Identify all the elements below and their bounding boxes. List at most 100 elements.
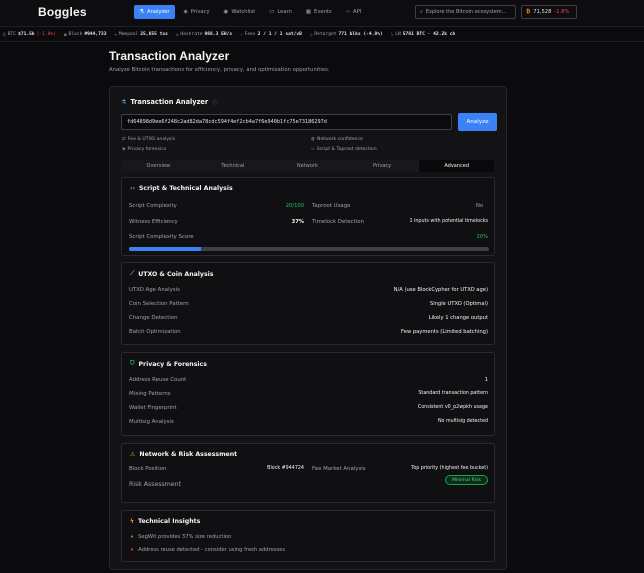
tab-network[interactable]: Network	[270, 160, 345, 172]
search-icon: ⌕	[420, 9, 423, 15]
block-position-value: Block #944724	[267, 466, 304, 471]
multisig-analysis-label: Multisig Analysis	[129, 419, 174, 425]
stats-ticker: ₿ BTC $71.5k (-1.8%) ■ Block #944,733 ≡ Mempoo…	[0, 28, 644, 42]
mixing-patterns-label: Mixing Patterns	[129, 391, 171, 397]
txid-input[interactable]	[121, 114, 452, 130]
tab-advanced[interactable]: Advanced	[419, 160, 494, 172]
script-complexity-value: 20/100	[285, 203, 304, 209]
ticker-mempool: ≡ Mempool 25,655 txs	[114, 32, 167, 37]
script-panel-title: ‹› Script & Technical Analysis	[130, 185, 233, 192]
page-subtitle: Analyze Bitcoin transactions for efficie…	[109, 67, 330, 73]
privacy-panel-title: ⛉ Privacy & Forensics	[130, 360, 207, 368]
analysis-tabs: Overview Technical Network Privacy Advan…	[121, 160, 494, 172]
block-icon: ■	[64, 32, 67, 37]
witness-efficiency-label: Witness Efficiency	[129, 219, 178, 225]
retarget-icon: ◷	[309, 32, 313, 37]
nav-api[interactable]: ‹› API	[341, 5, 367, 19]
fee-market-value: Top priority (highest fee bucket)	[411, 466, 488, 471]
feature-privacy-label: Privacy forensics	[127, 147, 167, 152]
logo-text: Boggles	[38, 5, 87, 19]
ticker-fees-value: 2 / 1 / 1 sat/vB	[257, 32, 302, 37]
network-icon: ◍	[311, 137, 316, 142]
code-icon: ‹›	[130, 185, 135, 192]
feature-privacy: ◈ Privacy forensics	[122, 147, 166, 152]
tab-technical[interactable]: Technical	[196, 160, 271, 172]
mixing-patterns-value: Standard transaction pattern	[418, 391, 488, 396]
ticker-btc-label: BTC	[7, 32, 17, 37]
utxo-panel-title: ⟋ UTXO & Coin Analysis	[130, 270, 213, 278]
timelock-detection-label: Timelock Detection	[312, 219, 364, 225]
feature-fee-utxo-label: Fee & UTXO analysis	[127, 137, 176, 142]
multisig-analysis-value: No multisig detected	[437, 419, 488, 424]
lightning-icon: ϟ	[390, 32, 394, 37]
eye-icon: ◉	[223, 9, 229, 15]
ticker-block: ■ Block #944,733	[64, 32, 106, 37]
network-risk-panel: ⚠ Network & Risk Assessment Block Positio…	[121, 443, 495, 503]
btc-dot-icon: ₿	[3, 32, 6, 37]
complexity-score-fill	[129, 247, 201, 251]
wallet-fingerprint-label: Wallet Fingerprint	[129, 405, 177, 411]
logo[interactable]: Boggles	[38, 5, 87, 19]
btc-price: 71,528	[533, 9, 552, 15]
search-placeholder: Explore the Bitcoin ecosystem...	[425, 9, 507, 15]
risk-assessment-label: Risk Assessment	[129, 481, 181, 488]
tab-overview[interactable]: Overview	[121, 160, 196, 172]
ticker-ln-value: 5781 BTC · 42.2k ch	[402, 32, 456, 37]
nav-events[interactable]: ▦ Events	[301, 5, 337, 19]
top-nav: Boggles ⚗ Analyzer ◈ Privacy ◉ Watchlist ▭ L…	[0, 0, 644, 27]
batch-optimization-label: Batch Optimization	[129, 329, 181, 335]
privacy-title-text: Privacy & Forensics	[138, 360, 207, 368]
complexity-score-value: 20%	[476, 234, 488, 240]
risk-title-text: Network & Risk Assessment	[139, 451, 238, 458]
coin-selection-value: Single UTXO (Optimal)	[429, 301, 488, 307]
btc-price-widget[interactable]: ₿ 71,528 -1.8%	[521, 5, 577, 19]
taproot-usage-value: No	[475, 203, 483, 209]
lightning-icon: ϟ	[130, 518, 134, 525]
script-complexity-label: Script Complexity	[129, 203, 177, 209]
ticker-hashrate-value: 968.3 EH/s	[204, 32, 233, 37]
search-input[interactable]: ⌕ Explore the Bitcoin ecosystem...	[415, 5, 516, 19]
taproot-usage-label: Taproot Usage	[312, 203, 351, 209]
nav-privacy[interactable]: ◈ Privacy	[179, 5, 215, 19]
risk-status-badge: Minimal Risk	[445, 475, 488, 485]
warning-icon: ⚠	[130, 451, 136, 458]
analyze-button[interactable]: Analyze	[458, 113, 497, 131]
ticker-btc-value: $71.5k	[18, 32, 35, 37]
ticker-hashrate: ⚙ Hashrate 968.3 EH/s	[176, 32, 232, 37]
nav-learn-label: Learn	[277, 9, 292, 15]
ticker-block-label: Block	[68, 32, 83, 37]
wallet-fingerprint-value: Consistent v0_p2wpkh usage	[417, 405, 488, 410]
nav-watchlist[interactable]: ◉ Watchlist	[219, 5, 261, 19]
script-title-text: Script & Technical Analysis	[138, 185, 233, 192]
shield-icon: ◈	[183, 9, 188, 15]
timelock-detection-value: 1 inputs with potential timelocks	[409, 219, 488, 224]
tab-privacy[interactable]: Privacy	[345, 160, 420, 172]
code-icon: ‹›	[345, 9, 351, 15]
nav-analyzer[interactable]: ⚗ Analyzer	[134, 5, 175, 19]
hashrate-icon: ⚙	[175, 32, 179, 37]
complexity-score-bar	[129, 247, 489, 251]
shield-icon: ◈	[122, 147, 126, 152]
utxo-age-value: N/A (use BlockCypher for UTXO age)	[393, 287, 488, 293]
code-icon: ‹›	[311, 147, 315, 152]
batch-optimization-value: Few payments (Limited batching)	[401, 329, 488, 335]
feature-script-label: Script & Taproot detection	[316, 147, 377, 152]
flask-icon: ⚗	[139, 9, 144, 15]
ticker-mempool-label: Mempool	[118, 32, 139, 37]
script-technical-panel: ‹› Script & Technical Analysis Script Com…	[121, 177, 495, 256]
risk-panel-title: ⚠ Network & Risk Assessment	[130, 451, 237, 458]
block-position-label: Block Position	[129, 466, 167, 472]
insights-title-text: Technical Insights	[137, 518, 201, 525]
privacy-forensics-panel: ⛉ Privacy & Forensics Address Reuse Count…	[121, 352, 495, 436]
witness-efficiency-value: 37%	[291, 219, 304, 225]
book-icon: ▭	[269, 9, 275, 15]
ticker-fees: ⚡ Fees 2 / 1 / 1 sat/vB	[240, 32, 302, 37]
nav-events-label: Events	[314, 9, 332, 15]
ticker-block-value: #944,733	[84, 32, 107, 37]
insight-text: Address reuse detected - consider using …	[138, 547, 286, 553]
address-reuse-label: Address Reuse Count	[129, 377, 187, 383]
ticker-ln: ϟ LN 5781 BTC · 42.2k ch	[391, 32, 456, 37]
info-icon[interactable]: ⓘ	[212, 98, 218, 106]
nav-learn[interactable]: ▭ Learn	[264, 5, 297, 19]
nav-privacy-label: Privacy	[190, 9, 210, 15]
